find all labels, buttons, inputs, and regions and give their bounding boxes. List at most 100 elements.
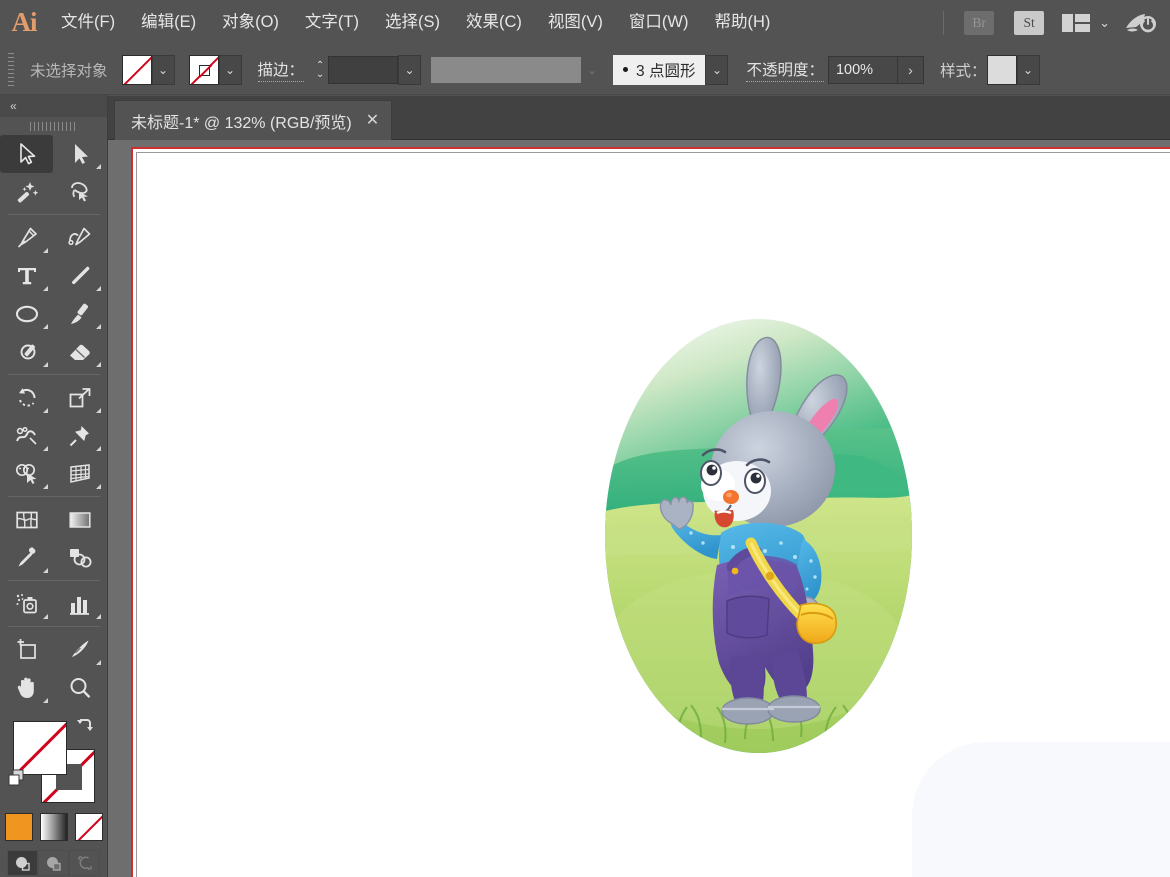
toolbar-divider	[7, 214, 100, 215]
type-tool[interactable]	[0, 257, 53, 295]
rocket-power-icon[interactable]	[1124, 11, 1158, 35]
menu-effect[interactable]: 效果(C)	[453, 0, 535, 45]
control-options-bar: 未选择对象 ⌄ ⌄ 描边： ⌃ ⌄ ⌄ ⌄ 3 点圆形 ⌄ 不透明度： 100% …	[0, 45, 1170, 95]
document-tab[interactable]: 未标题-1* @ 132% (RGB/预览) ✕	[114, 100, 393, 140]
menu-window[interactable]: 窗口(W)	[616, 0, 702, 45]
scale-tool[interactable]	[53, 379, 106, 417]
gradient-icon	[67, 507, 93, 533]
curvature-pen-icon	[67, 225, 93, 251]
color-mode-none-button[interactable]	[74, 813, 103, 841]
stroke-none-swatch[interactable]	[188, 54, 219, 85]
brush-dot-icon	[623, 67, 629, 72]
stroke-dropdown-chevron-icon[interactable]: ⌄	[218, 54, 242, 85]
artboard-tool[interactable]	[0, 631, 53, 669]
artboard[interactable]	[131, 147, 1170, 877]
shape-builder-icon	[14, 461, 40, 487]
toolbar-grip[interactable]	[0, 117, 107, 135]
close-icon[interactable]: ✕	[366, 112, 379, 129]
stroke-weight-input[interactable]	[328, 55, 399, 84]
style-label: 样式：	[939, 62, 987, 80]
control-bar-grip[interactable]	[6, 52, 16, 87]
stroke-weight-label: 描边：	[257, 58, 305, 82]
stock-icon[interactable]: St	[1014, 10, 1045, 35]
toolbar-divider	[7, 580, 100, 581]
shape-builder-tool[interactable]	[0, 455, 53, 493]
slice-tool[interactable]	[53, 631, 106, 669]
width-tool[interactable]	[0, 417, 53, 455]
free-transform-tool[interactable]	[53, 417, 106, 455]
shaper-tool[interactable]	[0, 333, 53, 371]
eraser-tool[interactable]	[53, 333, 106, 371]
eyedropper-tool[interactable]	[0, 539, 53, 577]
tool-grid	[0, 135, 107, 707]
opacity-popup-arrow-icon[interactable]: ›	[897, 55, 924, 84]
gradient-tool[interactable]	[53, 501, 106, 539]
stroke-weight-chevron-icon[interactable]: ⌄	[398, 54, 422, 85]
color-mode-gradient-button[interactable]	[39, 813, 68, 841]
menu-select[interactable]: 选择(S)	[372, 0, 453, 45]
draw-mode-buttons	[0, 850, 107, 876]
perspective-grid-tool[interactable]	[53, 455, 106, 493]
stroke-weight-stepper[interactable]: ⌃ ⌄	[312, 55, 328, 85]
mesh-icon	[14, 507, 40, 533]
pen-tool[interactable]	[0, 219, 53, 257]
menu-edit[interactable]: 编辑(E)	[128, 0, 209, 45]
fill-indicator-swatch[interactable]	[13, 721, 67, 775]
draw-behind-mode[interactable]	[38, 850, 69, 876]
direct-selection-tool[interactable]	[53, 135, 106, 173]
line-segment-tool[interactable]	[53, 257, 106, 295]
graphic-style-swatch[interactable]	[986, 54, 1017, 85]
workspace-layout-icon[interactable]	[1062, 13, 1091, 32]
menu-divider	[943, 10, 945, 35]
variable-width-profile-field[interactable]	[431, 56, 582, 83]
curvature-tool[interactable]	[53, 219, 106, 257]
swap-fill-stroke-icon[interactable]	[76, 717, 94, 735]
mesh-tool[interactable]	[0, 501, 53, 539]
line-segment-icon	[67, 263, 93, 289]
variable-width-chevron-icon[interactable]: ⌄	[581, 55, 603, 85]
menu-help[interactable]: 帮助(H)	[701, 0, 783, 45]
rabbit-artwork-svg	[605, 319, 912, 753]
color-mode-solid-button[interactable]	[4, 813, 33, 841]
draw-normal-mode[interactable]	[7, 850, 38, 876]
artboard-surface[interactable]	[136, 152, 1170, 877]
stroke-color-group[interactable]: ⌄	[188, 54, 242, 85]
blend-tool[interactable]	[53, 539, 106, 577]
canvas-area[interactable]	[108, 140, 1170, 877]
fill-dropdown-chevron-icon[interactable]: ⌄	[151, 54, 175, 85]
lasso-tool[interactable]	[53, 173, 106, 211]
color-mode-buttons	[0, 813, 107, 841]
zoom-tool[interactable]	[53, 669, 106, 707]
fill-color-group[interactable]: ⌄	[121, 54, 175, 85]
ghost-rounded-shape	[912, 742, 1170, 877]
draw-inside-mode[interactable]	[69, 850, 100, 876]
document-tab-title: 未标题-1* @ 132% (RGB/预览)	[131, 114, 352, 132]
brush-definition-chevron-icon[interactable]: ⌄	[705, 54, 729, 85]
app-logo-icon[interactable]: Ai	[0, 0, 48, 45]
menu-type[interactable]: 文字(T)	[292, 0, 372, 45]
opacity-input[interactable]: 100%	[827, 55, 898, 84]
rotate-tool[interactable]	[0, 379, 53, 417]
menu-view[interactable]: 视图(V)	[535, 0, 616, 45]
collapse-panel-icon[interactable]: «	[0, 95, 107, 117]
style-chevron-icon[interactable]: ⌄	[1016, 54, 1040, 85]
paintbrush-tool[interactable]	[53, 295, 106, 333]
selection-tool[interactable]	[0, 135, 53, 173]
toolbar-divider	[7, 374, 100, 375]
brush-definition-field[interactable]: 3 点圆形	[613, 54, 706, 85]
chevron-down-icon[interactable]: ⌄	[1099, 16, 1110, 29]
pushpin-icon	[67, 423, 93, 449]
rabbit-illustration[interactable]	[605, 319, 912, 753]
hand-tool[interactable]	[0, 669, 53, 707]
fill-none-swatch[interactable]	[121, 54, 152, 85]
menu-object[interactable]: 对象(O)	[209, 0, 292, 45]
magic-wand-tool[interactable]	[0, 173, 53, 211]
symbol-sprayer-icon	[14, 591, 40, 617]
symbol-sprayer-tool[interactable]	[0, 585, 53, 623]
menu-file[interactable]: 文件(F)	[48, 0, 128, 45]
column-graph-tool[interactable]	[53, 585, 106, 623]
bridge-icon[interactable]: Br	[964, 10, 995, 35]
default-fill-stroke-icon[interactable]	[8, 769, 26, 787]
ellipse-tool[interactable]	[0, 295, 53, 333]
magic-wand-icon	[14, 179, 40, 205]
